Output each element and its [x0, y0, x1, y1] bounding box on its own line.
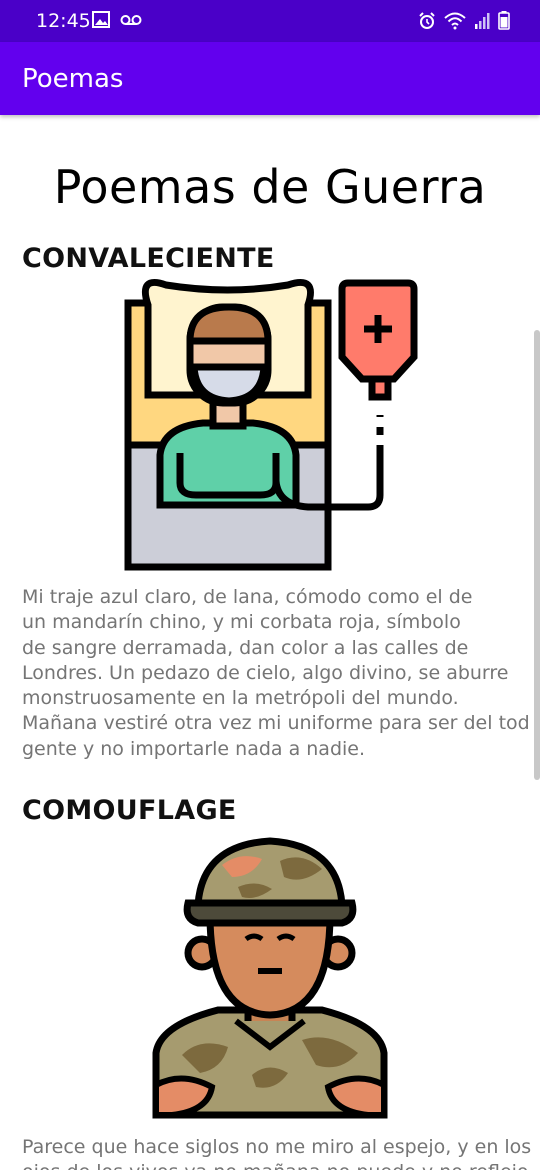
battery-icon: [498, 11, 510, 30]
page-title: Poemas de Guerra: [53, 160, 487, 214]
hospital-patient-icon: [118, 275, 423, 571]
image-icon: [92, 11, 110, 28]
app-bar: Poemas: [0, 42, 540, 115]
poem-title: CONVALECIENTE: [22, 243, 275, 274]
voicemail-icon: [120, 11, 142, 28]
scrollbar[interactable]: [534, 330, 540, 780]
signal-icon: [474, 12, 490, 30]
soldier-icon: [152, 825, 388, 1121]
alarm-icon: [418, 11, 436, 30]
status-bar: 12:45: [0, 0, 540, 42]
poem-text: Parece que hace siglos no me miro al esp…: [22, 1136, 532, 1170]
wifi-icon: [444, 12, 466, 30]
poem-text: Mi traje azul claro, de lana, cómodo com…: [22, 586, 530, 760]
status-time: 12:45: [36, 10, 91, 32]
app-title: Poemas: [22, 64, 124, 94]
scroll-content[interactable]: Poemas de Guerra CONVALECIENTE Mi traje …: [0, 115, 540, 1170]
poem-title: COMOUFLAGE: [22, 795, 237, 826]
